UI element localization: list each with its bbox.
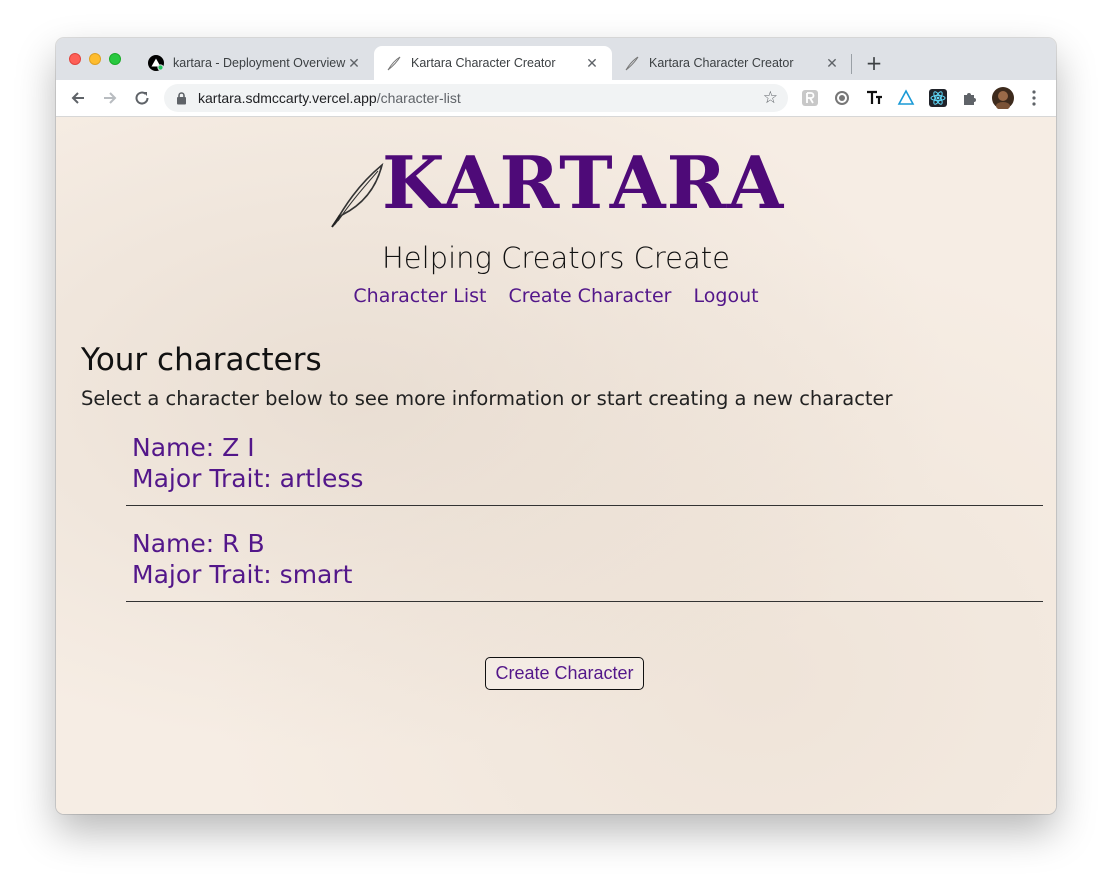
extensions-puzzle-icon[interactable] [961, 89, 979, 107]
tab-strip: kartara - Deployment Overview ✕ Kartara … [56, 38, 1056, 80]
character-trait: Major Trait: smart [132, 560, 353, 589]
logo-wordmark: KARTARA [382, 140, 785, 225]
browser-window: kartara - Deployment Overview ✕ Kartara … [56, 38, 1056, 814]
tagline: Helping Creators Create [381, 241, 731, 275]
profile-avatar[interactable] [992, 87, 1014, 109]
url-path: /character-list [376, 90, 461, 106]
tab-title: kartara - Deployment Overview [173, 56, 346, 70]
extension-apollo-icon[interactable] [897, 89, 915, 107]
kartara-logo[interactable]: KARTARA [330, 141, 800, 231]
back-arrow-icon [71, 92, 84, 104]
nav-character-list[interactable]: Character List [353, 285, 486, 307]
tab-character-creator[interactable]: Kartara Character Creator ✕ [612, 46, 852, 80]
url-host: kartara.sdmccarty.vercel.app [198, 90, 377, 106]
quill-logo-icon [331, 162, 384, 228]
address-bar[interactable]: kartara.sdmccarty.vercel.app/character-l… [164, 84, 788, 112]
character-name: Name: R B [132, 529, 265, 558]
url-text: kartara.sdmccarty.vercel.app/character-l… [198, 84, 461, 112]
tab-deployment-overview[interactable]: kartara - Deployment Overview ✕ [136, 46, 374, 80]
tab-title: Kartara Character Creator [649, 56, 794, 70]
forward-button[interactable] [98, 86, 122, 110]
close-tab-icon[interactable]: ✕ [346, 55, 362, 72]
character-card[interactable]: Name: R B Major Trait: smart [126, 528, 1043, 602]
nav-logout[interactable]: Logout [694, 285, 759, 307]
nav-create-character[interactable]: Create Character [509, 285, 672, 307]
extension-gear-icon[interactable] [833, 89, 851, 107]
tab-title: Kartara Character Creator [411, 56, 556, 70]
close-window-button[interactable] [69, 53, 81, 65]
quill-icon [386, 55, 402, 71]
reload-icon [135, 91, 149, 105]
page-title: Your characters [81, 342, 322, 378]
new-tab-button[interactable]: + [862, 51, 886, 75]
page-content: KARTARA Helping Creators Create Characte… [56, 117, 1056, 814]
browser-toolbar: kartara.sdmccarty.vercel.app/character-l… [56, 80, 1056, 117]
extension-typography-icon[interactable] [865, 89, 883, 107]
maximize-window-button[interactable] [109, 53, 121, 65]
vercel-icon [148, 55, 164, 71]
quill-icon [624, 55, 640, 71]
tab-divider [851, 54, 852, 74]
bookmark-star-icon[interactable]: ☆ [763, 84, 778, 112]
page-subtitle: Select a character below to see more inf… [81, 387, 893, 410]
create-character-button[interactable]: Create Character [485, 657, 644, 690]
character-card[interactable]: Name: Z I Major Trait: artless [126, 432, 1043, 506]
character-trait: Major Trait: artless [132, 464, 364, 493]
more-menu-icon[interactable] [1025, 89, 1043, 107]
back-button[interactable] [66, 86, 90, 110]
forward-arrow-icon [104, 92, 117, 104]
close-tab-icon[interactable]: ✕ [824, 55, 840, 72]
character-name: Name: Z I [132, 433, 255, 462]
main-nav: Character List Create Character Logout [56, 285, 1056, 307]
close-tab-icon[interactable]: ✕ [584, 55, 600, 72]
minimize-window-button[interactable] [89, 53, 101, 65]
reload-button[interactable] [130, 86, 154, 110]
tab-character-creator-active[interactable]: Kartara Character Creator ✕ [374, 46, 612, 80]
lock-icon [177, 92, 186, 105]
react-devtools-icon[interactable] [929, 89, 947, 107]
extension-r-icon[interactable] [801, 89, 819, 107]
